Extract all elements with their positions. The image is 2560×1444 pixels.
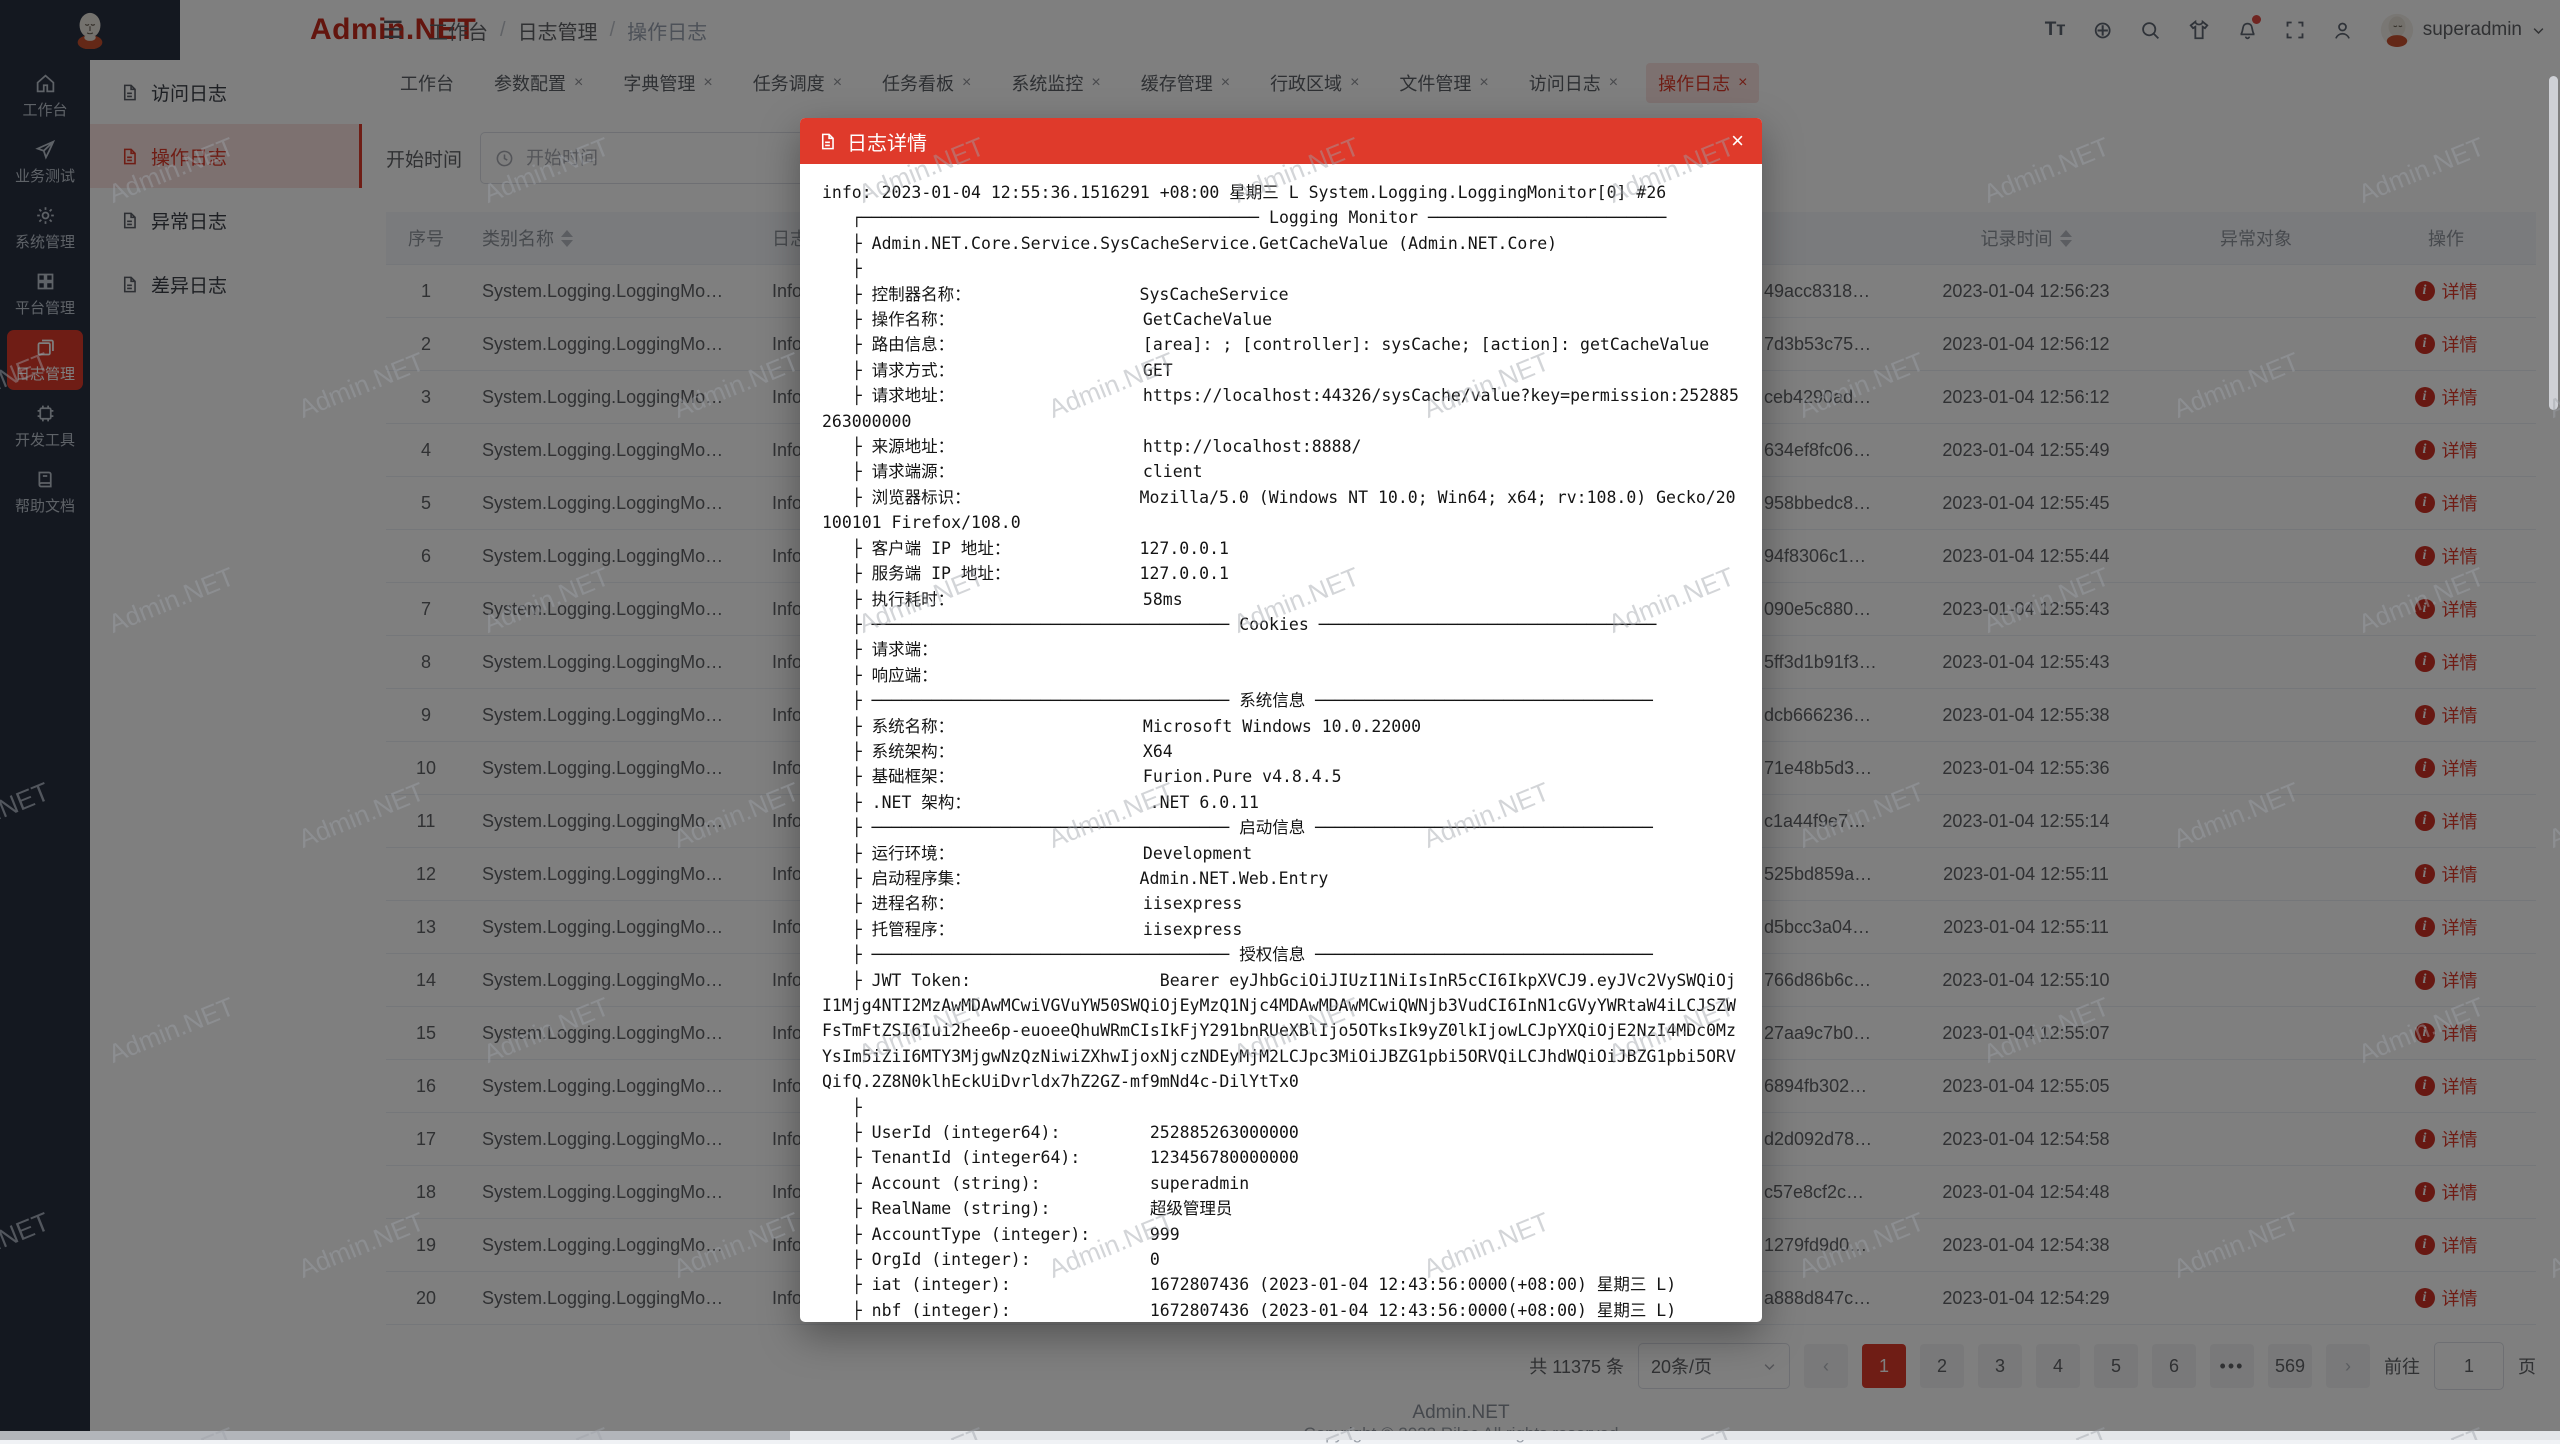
document-icon <box>818 132 837 151</box>
horizontal-scrollbar[interactable] <box>0 1431 2560 1440</box>
horizontal-scrollbar-thumb[interactable] <box>0 1431 790 1440</box>
close-icon[interactable]: × <box>1731 130 1744 152</box>
vertical-scrollbar-thumb[interactable] <box>2549 76 2558 410</box>
dialog-body[interactable]: info: 2023-01-04 12:55:36.1516291 +08:00… <box>800 164 1762 1322</box>
dialog-title: 日志详情 <box>847 127 927 156</box>
dialog-header: 日志详情 × <box>800 118 1762 164</box>
log-detail-dialog: 日志详情 × info: 2023-01-04 12:55:36.1516291… <box>800 118 1762 1322</box>
log-text: info: 2023-01-04 12:55:36.1516291 +08:00… <box>822 180 1740 1322</box>
